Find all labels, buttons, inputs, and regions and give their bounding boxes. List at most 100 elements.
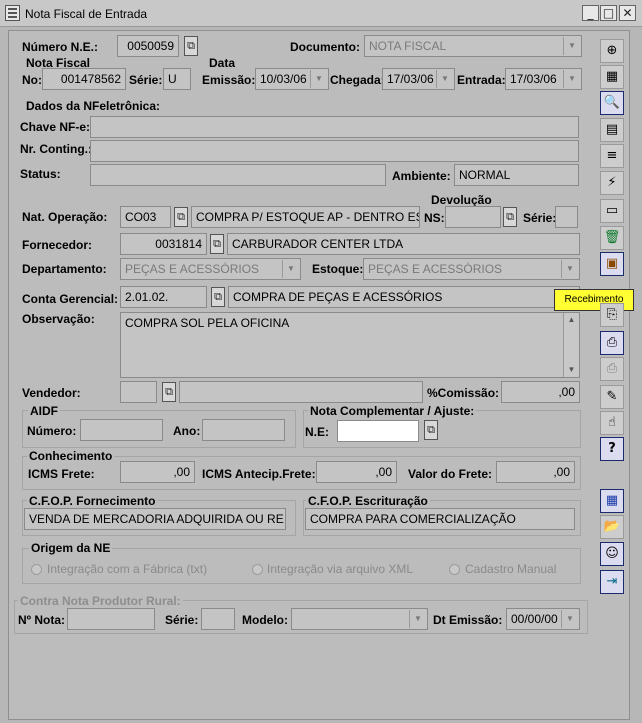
nat-operacao-code-field[interactable]: CO03 (120, 206, 171, 228)
help-icon[interactable]: ? (600, 437, 624, 461)
produtor-serie-field[interactable] (201, 608, 235, 630)
nota-complementar-title: Nota Complementar / Ajuste: (308, 404, 477, 418)
folder-open-icon[interactable]: 📂 (600, 515, 624, 539)
copy-icon[interactable]: ⎘ (600, 303, 624, 327)
close-button[interactable]: ✕ (619, 5, 636, 21)
nat-operacao-lookup-button[interactable]: ⧉ (174, 207, 188, 227)
documento-select[interactable]: NOTA FISCAL ▼ (364, 35, 582, 57)
aidf-ano-field[interactable] (202, 419, 285, 441)
conta-gerencial-desc-field[interactable]: COMPRA DE PEÇAS E ACESSÓRIOS (228, 286, 580, 308)
fornecedor-label: Fornecedor: (22, 238, 93, 252)
hand-icon[interactable]: ☝ (600, 411, 624, 435)
people-icon[interactable]: ☺ (600, 542, 624, 566)
conta-gerencial-lookup-button[interactable]: ⧉ (211, 287, 225, 307)
scroll-down-icon[interactable]: ▼ (564, 363, 579, 377)
departamento-label: Departamento: (22, 262, 107, 276)
documento-label: Documento: (290, 40, 360, 54)
cfop-escrituracao-title: C.F.O.P. Escrituração (306, 494, 430, 508)
cfop-fornecimento-field[interactable]: VENDA DE MERCADORIA ADQUIRIDA OU RE (24, 508, 286, 530)
numero-ne-field[interactable]: 0050059 (117, 35, 179, 57)
vendedor-name-field[interactable] (179, 381, 423, 403)
produtor-modelo-select[interactable]: ▼ (291, 608, 428, 630)
observacao-textarea[interactable]: COMPRA SOL PELA OFICINA ▲ ▼ (120, 312, 580, 378)
window-title: Nota Fiscal de Entrada (25, 7, 148, 21)
origem-radio-fabrica[interactable] (31, 564, 42, 575)
nota-complementar-ne-label: N.E: (305, 425, 329, 439)
icms-frete-label: ICMS Frete: (28, 467, 95, 481)
chave-nfe-field[interactable] (90, 116, 579, 138)
aidf-ano-label: Ano: (173, 424, 201, 438)
ambiente-field[interactable]: NORMAL (454, 164, 579, 186)
conta-gerencial-code-field[interactable]: 2.01.02. (120, 286, 207, 308)
fornecedor-name-field[interactable]: CARBURADOR CENTER LTDA (227, 233, 580, 255)
fornecedor-code-field[interactable]: 0031814 (120, 233, 207, 255)
vendedor-lookup-button[interactable]: ⧉ (162, 382, 176, 402)
app-icon (5, 5, 20, 21)
status-field[interactable] (90, 164, 386, 186)
origem-radio-manual[interactable] (449, 564, 460, 575)
chegada-label: Chegada: (330, 73, 385, 87)
dev-serie-label: Série: (523, 211, 557, 225)
blank-icon[interactable]: ▭ (600, 199, 624, 223)
lightning-icon[interactable]: ⚡ (600, 171, 624, 195)
vendedor-code-field[interactable] (120, 381, 157, 403)
print-icon[interactable]: ⎙ (600, 331, 624, 355)
origem-title: Origem da NE (29, 541, 113, 555)
add-record-icon[interactable]: ⊕ (600, 39, 624, 63)
ns-lookup-button[interactable]: ⧉ (503, 207, 517, 227)
produtor-nota-field[interactable] (67, 608, 155, 630)
calculator-icon[interactable]: ▤ (600, 118, 624, 142)
icms-antecip-field[interactable]: ,00 (316, 461, 397, 483)
devolucao-title: Devolução (431, 193, 492, 207)
contingencia-label: Nr. Conting.: (20, 142, 92, 156)
contingencia-field[interactable] (90, 140, 579, 162)
entrada-date-field[interactable]: 17/03/06 ▼ (505, 68, 582, 90)
conta-gerencial-label: Conta Gerencial: (22, 292, 119, 306)
nat-operacao-desc-field[interactable]: COMPRA P/ ESTOQUE AP - DENTRO ESTA (191, 206, 420, 228)
icms-frete-field[interactable]: ,00 (120, 461, 195, 483)
search-doc-icon[interactable]: 🔍 (600, 91, 624, 115)
ambiente-label: Ambiente: (392, 169, 451, 183)
estoque-select[interactable]: PEÇAS E ACESSÓRIOS ▼ (363, 258, 580, 280)
list-icon[interactable]: ≡ (600, 144, 624, 168)
icms-antecip-label: ICMS Antecip.Frete: (202, 467, 316, 481)
nfe-title: Dados da NFeletrônica: (26, 99, 161, 113)
maximize-button[interactable]: □ (600, 5, 617, 21)
no-field[interactable]: 001478562 (42, 68, 126, 90)
nota-complementar-ne-field[interactable] (337, 420, 419, 442)
departamento-select[interactable]: PEÇAS E ACESSÓRIOS ▼ (120, 258, 301, 280)
chave-label: Chave NF-e: (20, 120, 91, 134)
scroll-up-icon[interactable]: ▲ (564, 313, 579, 327)
emissao-date-field[interactable]: 10/03/06 ▼ (255, 68, 329, 90)
ns-field[interactable] (445, 206, 501, 228)
serie-field[interactable]: U (163, 68, 191, 90)
grid-icon[interactable]: ▦ (600, 65, 624, 89)
numero-ne-lookup-button[interactable]: ⧉ (184, 36, 198, 56)
valor-frete-field[interactable]: ,00 (496, 461, 575, 483)
origem-option-fabrica: Integração com a Fábrica (txt) (47, 562, 208, 576)
nota-complementar-lookup-button[interactable]: ⧉ (424, 420, 438, 440)
trash-icon[interactable]: 🗑 (600, 226, 624, 250)
receipt-icon[interactable]: ▣ (600, 252, 624, 276)
produtor-dt-emissao-field[interactable]: 00/00/00 ▼ (506, 608, 580, 630)
origem-radio-xml[interactable] (252, 564, 263, 575)
data-title: Data (209, 56, 236, 70)
chevron-down-icon: ▼ (561, 260, 578, 278)
fornecedor-lookup-button[interactable]: ⧉ (210, 234, 224, 254)
exit-icon[interactable]: ⇥ (600, 570, 624, 594)
chegada-date-field[interactable]: 17/03/06 ▼ (382, 68, 455, 90)
estoque-label: Estoque: (312, 262, 364, 276)
print-preview-icon[interactable]: ⎙ (600, 357, 624, 381)
dev-serie-field[interactable] (555, 206, 578, 228)
audit-icon[interactable]: ✎ (600, 385, 624, 409)
chevron-down-icon: ▼ (436, 70, 453, 88)
status-label: Status: (20, 167, 61, 181)
aidf-numero-field[interactable] (80, 419, 163, 441)
cfop-escrituracao-field[interactable]: COMPRA PARA COMERCIALIZAÇÃO (305, 508, 575, 530)
minimize-button[interactable]: _ (582, 5, 599, 21)
comissao-field[interactable]: ,00 (501, 381, 580, 403)
origem-option-xml: Integração via arquivo XML (267, 562, 414, 576)
observacao-scrollbar[interactable]: ▲ ▼ (563, 313, 579, 377)
calendar-icon[interactable]: ▦ (600, 489, 624, 513)
chevron-down-icon: ▼ (409, 610, 426, 628)
